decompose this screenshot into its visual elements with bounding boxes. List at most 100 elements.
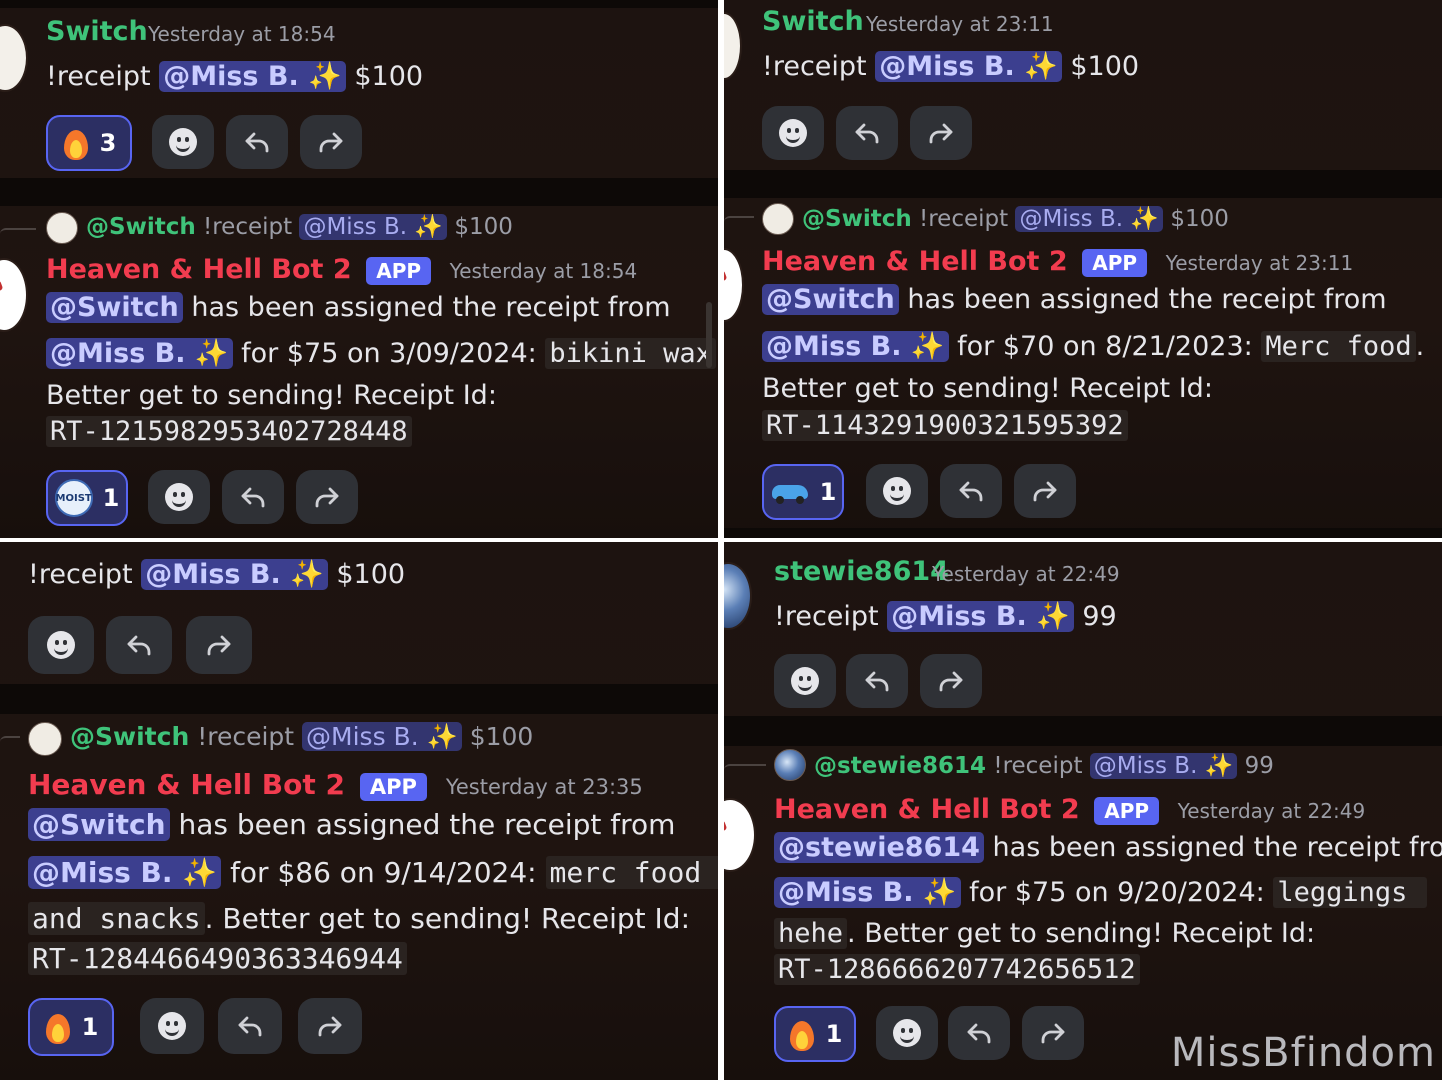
add-reaction-button[interactable] [152, 115, 214, 169]
bot-line-2: @Miss B. ✨ for $75 on 3/09/2024: bikini … [46, 337, 718, 369]
user-mention[interactable]: @Miss B. ✨ [887, 601, 1074, 632]
reaction-moist[interactable]: MOIST 1 [46, 470, 128, 526]
reply-avatar[interactable] [46, 212, 78, 244]
reply-connector [724, 216, 754, 238]
reply-button[interactable] [940, 464, 1002, 518]
forward-button[interactable] [298, 998, 362, 1054]
forward-button[interactable] [910, 106, 972, 160]
reply-avatar[interactable] [762, 203, 794, 235]
panel-bottom-left: !receipt @Miss B. ✨ $100 @Switch !receip… [0, 542, 718, 1080]
sparkle-icon: ✨ [308, 61, 342, 92]
message-content: !receipt @Miss B. ✨ $100 [46, 60, 423, 92]
forward-button[interactable] [296, 470, 358, 524]
add-reaction-button[interactable] [140, 998, 204, 1054]
message-divider [0, 684, 718, 714]
receipt-id: RT-1284466490363346944 [28, 942, 407, 975]
command-text: !receipt [46, 61, 151, 92]
amount-text: $100 [354, 61, 424, 92]
reply-avatar[interactable] [774, 749, 806, 781]
user-mention[interactable]: @Switch [28, 808, 170, 841]
reply-arrow-icon [238, 1016, 262, 1037]
reaction-fire[interactable]: 1 [774, 1006, 856, 1062]
reply-preview[interactable]: @stewie8614 !receipt @Miss B. ✨ 99 [814, 752, 1274, 779]
add-reaction-button[interactable] [876, 1006, 938, 1060]
add-reaction-button[interactable] [148, 470, 210, 524]
user-mention[interactable]: @Miss B. ✨ [46, 338, 233, 369]
reply-arrow-icon [959, 481, 983, 502]
smiley-icon [47, 631, 75, 659]
bot-header: Heaven & Hell Bot 2 APP Yesterday at 22:… [774, 794, 1366, 825]
reply-arrow-icon [241, 487, 265, 508]
bot-line-3: and snacks. Better get to sending! Recei… [28, 902, 690, 935]
receipt-id: RT-1143291900321595392 [762, 410, 1128, 441]
forward-button[interactable] [186, 616, 252, 674]
message-content: !receipt @Miss B. ✨ 99 [774, 601, 1117, 632]
reaction-fire[interactable]: 1 [28, 998, 114, 1056]
reply-arrow-icon [245, 132, 269, 153]
message-author[interactable]: Switch [46, 16, 148, 47]
reaction-fire[interactable]: 3 [46, 115, 132, 171]
user-mention[interactable]: @Switch [46, 292, 183, 323]
reaction-count: 1 [102, 484, 120, 512]
bot-line-2: @Miss B. ✨ for $75 on 9/20/2024: legging… [774, 876, 1428, 908]
reply-author[interactable]: @Switch [86, 214, 196, 240]
receipt-id: RT-1215982953402728448 [46, 416, 412, 447]
add-reaction-button[interactable] [762, 106, 824, 160]
user-mention[interactable]: @Miss B. ✨ [141, 559, 328, 590]
user-mention[interactable]: @Miss B. ✨ [774, 877, 961, 908]
reply-button[interactable] [846, 654, 908, 708]
reply-arrow-icon [865, 671, 889, 692]
reply-button[interactable] [836, 106, 898, 160]
reply-connector [0, 228, 36, 250]
scrollbar[interactable] [706, 302, 712, 368]
add-reaction-button[interactable] [28, 616, 94, 674]
user-mention[interactable]: @stewie8614 [774, 832, 984, 863]
forward-button[interactable] [920, 654, 982, 708]
user-mention[interactable]: @Switch [762, 284, 899, 315]
message-divider [724, 716, 1442, 746]
smiley-icon [158, 1012, 186, 1040]
bot-line-3: Better get to sending! Receipt Id: [46, 380, 497, 411]
receipt-id: RT-1286666207742656512 [774, 954, 1140, 985]
reply-preview[interactable]: @Switch !receipt @Miss B. ✨ $100 [70, 722, 533, 752]
add-reaction-button[interactable] [774, 654, 836, 708]
reply-arrow-icon [127, 635, 151, 656]
reply-preview[interactable]: @Switch !receipt @Miss B. ✨ $100 [802, 205, 1229, 232]
forward-button[interactable] [1022, 1006, 1084, 1060]
forward-button[interactable] [300, 115, 362, 169]
user-mention[interactable]: @Miss B. ✨ [762, 331, 949, 362]
add-reaction-button[interactable] [866, 464, 928, 518]
message-timestamp: Yesterday at 23:11 [866, 12, 1054, 36]
bot-header: Heaven & Hell Bot 2 APP Yesterday at 23:… [28, 768, 643, 801]
fire-emoji-icon [44, 1010, 72, 1044]
forward-arrow-icon [315, 487, 339, 508]
app-badge: APP [1082, 249, 1148, 277]
message-divider [0, 178, 718, 206]
bot-line-2: @Miss B. ✨ for $70 on 8/21/2023: Merc fo… [762, 330, 1424, 362]
receipt-item: Merc food [1261, 331, 1416, 362]
reply-button[interactable] [226, 115, 288, 169]
user-mention[interactable]: @Miss B. ✨ [159, 61, 346, 92]
bot-author[interactable]: Heaven & Hell Bot 2 [46, 254, 352, 285]
user-mention[interactable]: @Miss B. ✨ [28, 856, 222, 889]
moist-emoji-icon: MOIST [54, 479, 93, 517]
message-author[interactable]: stewie8614 [774, 556, 949, 587]
app-badge: APP [1094, 797, 1160, 825]
message-author[interactable]: Switch [762, 6, 864, 37]
reply-button[interactable] [218, 998, 282, 1054]
forward-button[interactable] [1014, 464, 1076, 518]
forward-arrow-icon [939, 671, 963, 692]
reaction-car[interactable]: 1 [762, 464, 844, 520]
reply-button[interactable] [106, 616, 172, 674]
forward-arrow-icon [318, 1016, 342, 1037]
reply-preview[interactable]: @Switch !receipt @Miss B. ✨ $100 [86, 213, 513, 240]
receipt-item: bikini wax [545, 338, 716, 369]
user-mention[interactable]: @Miss B. ✨ [875, 51, 1062, 82]
reply-avatar[interactable] [28, 722, 62, 756]
forward-arrow-icon [319, 132, 343, 153]
message-timestamp: Yesterday at 22:49 [932, 562, 1120, 586]
receipt-item-cont: and snacks [28, 902, 205, 935]
reply-button[interactable] [948, 1006, 1010, 1060]
reply-arrow-icon [855, 123, 879, 144]
reply-button[interactable] [222, 470, 284, 524]
